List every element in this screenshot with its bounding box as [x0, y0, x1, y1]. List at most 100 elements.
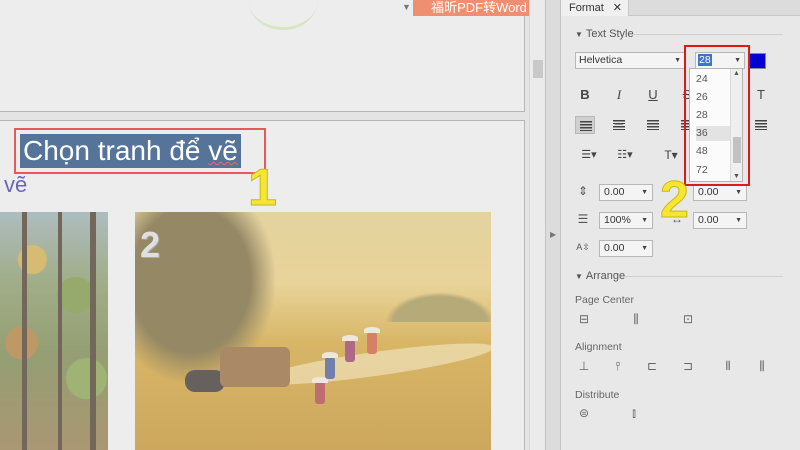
outdent-button[interactable] [751, 116, 771, 134]
align-center-icon [613, 120, 625, 130]
farmer-hat [342, 335, 358, 341]
align-middle-icon[interactable]: ⫯ [609, 358, 627, 374]
bullet-list-icon: ☰▾ [581, 149, 597, 161]
farmer-figure [345, 340, 355, 362]
section-divider [625, 276, 783, 277]
panel-tab-bar: Format ✕ [561, 0, 800, 16]
align-right-button[interactable] [643, 116, 663, 134]
title-text: Chọn tranh để [23, 135, 209, 166]
superscript-button[interactable]: T [751, 86, 771, 104]
farmer-hat [322, 352, 338, 358]
tree-trunk [22, 212, 27, 450]
tab-format-label: Format [569, 2, 604, 14]
chevron-down-icon: ▼ [735, 217, 742, 224]
pdf-convert-button[interactable]: 福昕PDF转Word [413, 0, 545, 16]
line-spacing-icon: ⇕ [577, 184, 589, 198]
step-2-annotation: 2 [660, 171, 690, 230]
slide-decoration [248, 0, 318, 30]
tree-trunk [58, 212, 62, 450]
center-vertical-icon[interactable]: ⫼ [627, 311, 645, 327]
align-bottom-icon[interactable]: ⫴ [719, 358, 737, 374]
numbered-list-button[interactable]: ☷▾ [611, 146, 639, 164]
scrollbar-thumb[interactable] [533, 60, 543, 78]
farmer-figure [325, 357, 335, 379]
text-color-swatch[interactable] [748, 53, 766, 69]
align-left-button[interactable] [575, 116, 595, 134]
page-center-label: Page Center [575, 294, 634, 306]
step-1-annotation: 1 [248, 159, 278, 218]
alignment-label: Alignment [575, 341, 622, 353]
char-spacing-value: 0.00 [698, 186, 719, 198]
toolbar-dropdown-icon[interactable]: ▼ [402, 2, 411, 12]
section-arrange-title: Arrange [585, 270, 626, 282]
align-left-objects-icon[interactable]: ⊏ [643, 358, 661, 374]
text-direction-icon: T▾ [664, 148, 678, 162]
distribute-vertical-icon[interactable]: ⊜ [575, 405, 593, 421]
bold-button[interactable]: B [575, 86, 595, 104]
title-misspelled-word: vẽ [208, 135, 238, 166]
font-family-select[interactable]: Helvetica ▼ [575, 52, 685, 69]
chevron-down-icon: ▼ [641, 245, 648, 252]
indent-select[interactable]: 0.00 ▼ [693, 212, 747, 229]
section-arrange[interactable]: ▼ Arrange [575, 270, 625, 282]
chevron-down-icon: ▼ [735, 189, 742, 196]
previous-slide[interactable] [0, 0, 525, 112]
line-spacing-select[interactable]: 0.00 ▼ [599, 184, 653, 201]
farmer-hat [364, 327, 380, 333]
panel-splitter[interactable]: ▶ [545, 0, 560, 450]
center-horizontal-icon[interactable]: ⊟ [575, 311, 593, 327]
baseline-icon: A⇳ [576, 242, 590, 252]
char-spacing-select[interactable]: 0.00 ▼ [693, 184, 747, 201]
font-family-value: Helvetica [579, 54, 623, 66]
line-spacing-value: 0.00 [604, 186, 625, 198]
chevron-down-icon: ▼ [674, 57, 681, 64]
italic-button[interactable]: I [609, 86, 629, 104]
pdf-convert-toolbar: ▼ 福昕PDF转Word [400, 0, 545, 16]
tree-trunk [90, 212, 96, 450]
subtitle-text[interactable]: vẽ [4, 172, 27, 198]
baseline-select[interactable]: 0.00 ▼ [599, 240, 653, 257]
align-center-button[interactable] [609, 116, 629, 134]
collapse-caret-icon: ▼ [575, 30, 583, 39]
section-text-style[interactable]: ▼ Text Style [575, 28, 634, 40]
numbered-list-icon: ☷▾ [617, 149, 633, 161]
bullet-list-button[interactable]: ☰▾ [575, 146, 603, 164]
canvas-vertical-scrollbar[interactable] [529, 0, 545, 450]
close-icon[interactable]: ✕ [613, 0, 622, 16]
ox [185, 370, 225, 392]
align-left-icon [580, 121, 592, 131]
distribute-label: Distribute [575, 389, 620, 401]
text-direction-button[interactable]: T▾ [657, 146, 685, 164]
align-distributed-icon[interactable]: ⫼ [753, 358, 771, 374]
tab-format[interactable]: Format ✕ [561, 0, 629, 16]
collapse-caret-icon: ▼ [575, 272, 583, 281]
title-textbox[interactable]: Chọn tranh để vẽ [20, 134, 241, 168]
cart [220, 347, 290, 387]
underline-button[interactable]: U [643, 86, 663, 104]
collapse-arrow-icon[interactable]: ▶ [550, 230, 556, 239]
font-size-highlight [684, 45, 750, 186]
align-top-icon[interactable]: ⊥ [575, 358, 593, 374]
forest-painting-image[interactable] [0, 212, 108, 450]
farmer-figure [367, 332, 377, 354]
scale-select[interactable]: 100% ▼ [599, 212, 653, 229]
distribute-horizontal-icon[interactable]: ⫾ [625, 405, 643, 421]
editor-canvas[interactable]: ▼ 福昕PDF转Word Chọn tranh để vẽ vẽ 2 [0, 0, 545, 450]
indent-value: 0.00 [698, 214, 719, 226]
center-both-icon[interactable]: ⊡ [679, 311, 697, 327]
farmer-figure [315, 382, 325, 404]
chevron-down-icon: ▼ [641, 217, 648, 224]
align-right-icon [647, 120, 659, 130]
harvest-painting-image[interactable] [135, 212, 491, 450]
baseline-value: 0.00 [604, 242, 625, 254]
section-text-style-title: Text Style [585, 28, 634, 40]
image-number-label: 2 [140, 224, 161, 265]
chevron-down-icon: ▼ [641, 189, 648, 196]
scale-value: 100% [604, 214, 631, 226]
selected-title-highlight: Chọn tranh để vẽ [14, 128, 266, 174]
align-right-objects-icon[interactable]: ⊐ [679, 358, 697, 374]
distant-village [385, 292, 491, 322]
scale-icon: ☰ [577, 212, 589, 226]
outdent-icon [755, 120, 767, 130]
section-divider [633, 34, 783, 35]
